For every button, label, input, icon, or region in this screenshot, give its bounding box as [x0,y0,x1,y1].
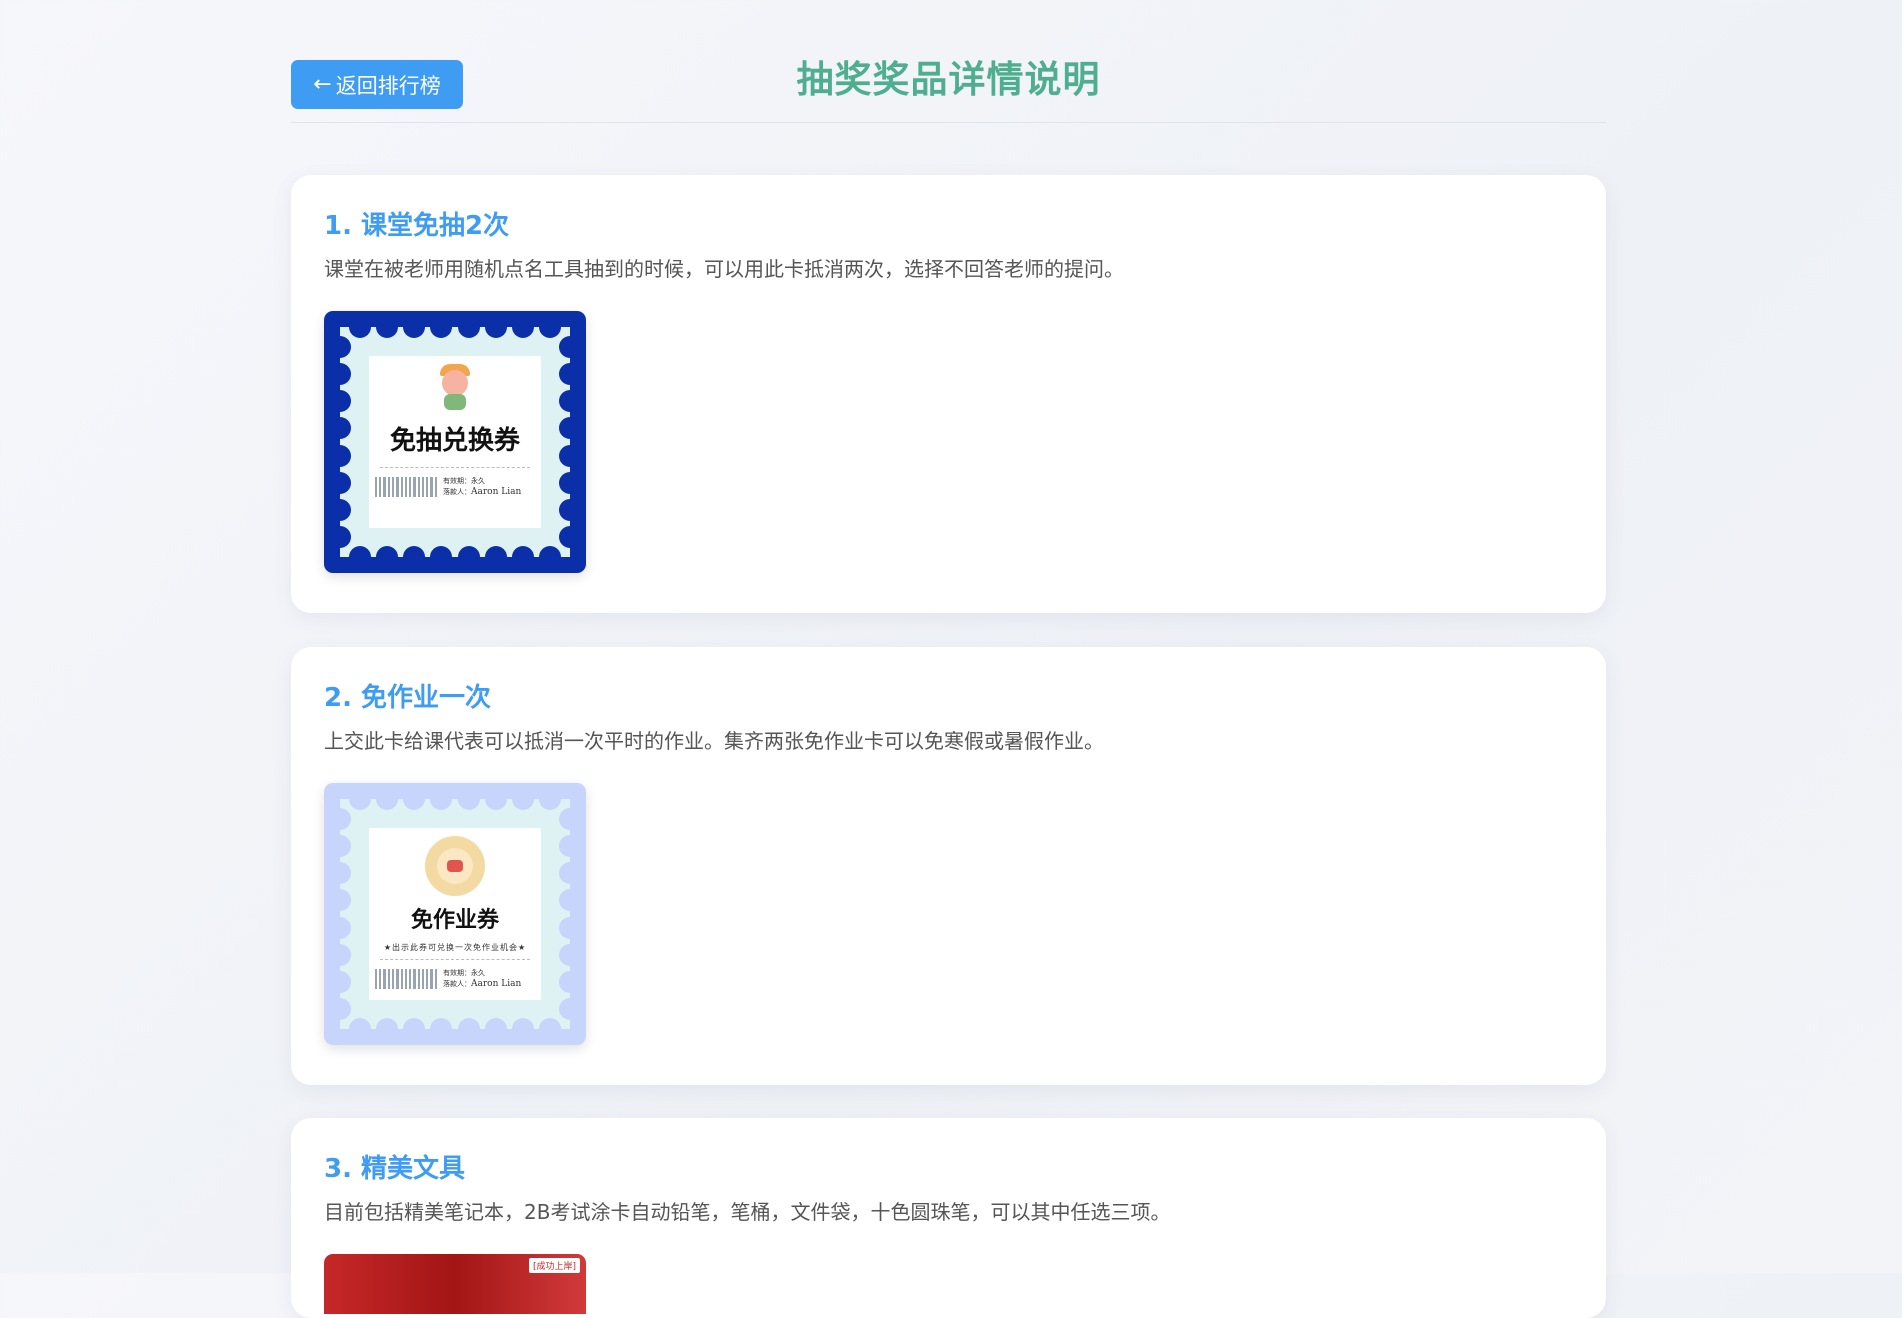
stamp-scallop [329,498,351,521]
page-container: ← 返回排行榜 抽奖奖品详情说明 1. 课堂免抽2次 课堂在被老师用随机点名工具… [291,0,1606,1318]
prize-title: 3. 精美文具 [324,1154,466,1184]
stamp-scallop [349,1018,371,1040]
stamp-scallop [559,390,581,413]
stamp-scallop [559,417,581,440]
stamp-scallop [349,316,371,338]
stamp-scallop [511,316,534,338]
stamp-scallop [329,970,351,993]
validity-value: 永久 [471,969,485,977]
stamp-scallop [539,546,561,568]
stamp-scallop [430,1018,453,1040]
stamp-scallop [539,1018,561,1040]
stamp-scallop [559,336,581,358]
page-header: ← 返回排行榜 抽奖奖品详情说明 [291,0,1606,123]
barcode-icon [375,969,437,989]
stamp-scallop [484,546,507,568]
stamp-scallop [329,444,351,467]
coupon-title: 免作业券 [410,908,499,933]
stamp-scallop [329,363,351,386]
prize-description: 目前包括精美笔记本，2B考试涂卡自动铅笔，笔桶，文件袋，十色圆珠笔，可以其中任选… [324,1200,1171,1224]
issuer-label: 落款人： [443,488,471,496]
prize-title: 1. 课堂免抽2次 [324,211,510,241]
prize-description: 课堂在被老师用随机点名工具抽到的时候，可以用此卡抵消两次，选择不回答老师的提问。 [324,257,1124,281]
issuer-label: 落款人： [443,980,471,988]
image-tag: [成功上岸] [528,1258,580,1273]
issuer-value: Aaron Lian [471,487,522,497]
stamp-scallop [329,471,351,494]
skip-draw-coupon-image: 免抽兑换券 有效期：永久 落款人：Aaron Lian [324,311,586,573]
coupon-meta: 有效期：永久 落款人：Aaron Lian [443,476,521,498]
stamp-scallop [403,1018,426,1040]
barcode-icon [375,477,437,497]
stamp-scallop [457,546,480,568]
prize-description: 上交此卡给课代表可以抵消一次平时的作业。集齐两张免作业卡可以免寒假或暑假作业。 [324,729,1104,753]
coupon-meta: 有效期：永久 落款人：Aaron Lian [443,968,521,990]
stamp-scallop [329,808,351,830]
coupon-paper: 免作业券 ★出示此券可兑换一次免作业机会★ 有效期：永久 落款人：Aaron L… [369,828,541,1000]
stamp-scallop [329,336,351,358]
stamp-scallop [457,316,480,338]
coupon-title: 免抽兑换券 [389,426,520,456]
validity-value: 永久 [471,477,485,485]
stamp-scallop [457,1018,480,1040]
stamp-scallop [484,1018,507,1040]
stamp-scallop [559,835,581,858]
validity-label: 有效期： [443,477,471,485]
stamp-scallop [349,788,371,810]
stamp-scallop [511,546,534,568]
stamp-scallop [539,316,561,338]
prize-card-1: 1. 课堂免抽2次 课堂在被老师用随机点名工具抽到的时候，可以用此卡抵消两次，选… [291,175,1606,613]
issuer-value: Aaron Lian [471,979,522,989]
stamp-scallop [376,546,399,568]
stamp-scallop [329,526,351,548]
stamp-scallop [329,916,351,939]
stamp-scallop [329,943,351,966]
stamp-scallop [511,1018,534,1040]
stamp-scallop [511,788,534,810]
stamp-scallop [559,862,581,885]
stamp-scallop [329,998,351,1020]
prize-title: 2. 免作业一次 [324,683,492,713]
stamp-scallop [559,970,581,993]
validity-label: 有效期： [443,969,471,977]
prize-card-2: 2. 免作业一次 上交此卡给课代表可以抵消一次平时的作业。集齐两张免作业卡可以免… [291,647,1606,1085]
stamp-scallop [559,998,581,1020]
cartoon-girl-icon [430,362,480,412]
stamp-scallop [559,444,581,467]
prize-card-3: 3. 精美文具 目前包括精美笔记本，2B考试涂卡自动铅笔，笔桶，文件袋，十色圆珠… [291,1118,1606,1318]
stamp-scallop [376,316,399,338]
stamp-scallop [376,1018,399,1040]
coupon-paper: 免抽兑换券 有效期：永久 落款人：Aaron Lian [369,356,541,528]
stamp-scallop [376,788,399,810]
stamp-scallop [539,788,561,810]
stamp-scallop [484,788,507,810]
stamp-scallop [329,835,351,858]
stationery-image: [成功上岸] [324,1254,586,1314]
stamp-scallop [430,546,453,568]
page-title: 抽奖奖品详情说明 [796,58,1101,101]
stamp-scallop [559,526,581,548]
stamp-scallop [559,943,581,966]
stamp-scallop [484,316,507,338]
stamp-scallop [559,363,581,386]
stamp-scallop [559,498,581,521]
good-time-emblem-icon [425,836,485,896]
stamp-scallop [457,788,480,810]
homework-exemption-coupon-image: 免作业券 ★出示此券可兑换一次免作业机会★ 有效期：永久 落款人：Aaron L… [324,783,586,1045]
stamp-scallop [559,808,581,830]
stamp-scallop [403,546,426,568]
stamp-scallop [559,471,581,494]
coupon-subtitle: ★出示此券可兑换一次免作业机会★ [383,943,527,952]
stamp-scallop [559,916,581,939]
stamp-scallop [559,889,581,912]
stamp-scallop [349,546,371,568]
